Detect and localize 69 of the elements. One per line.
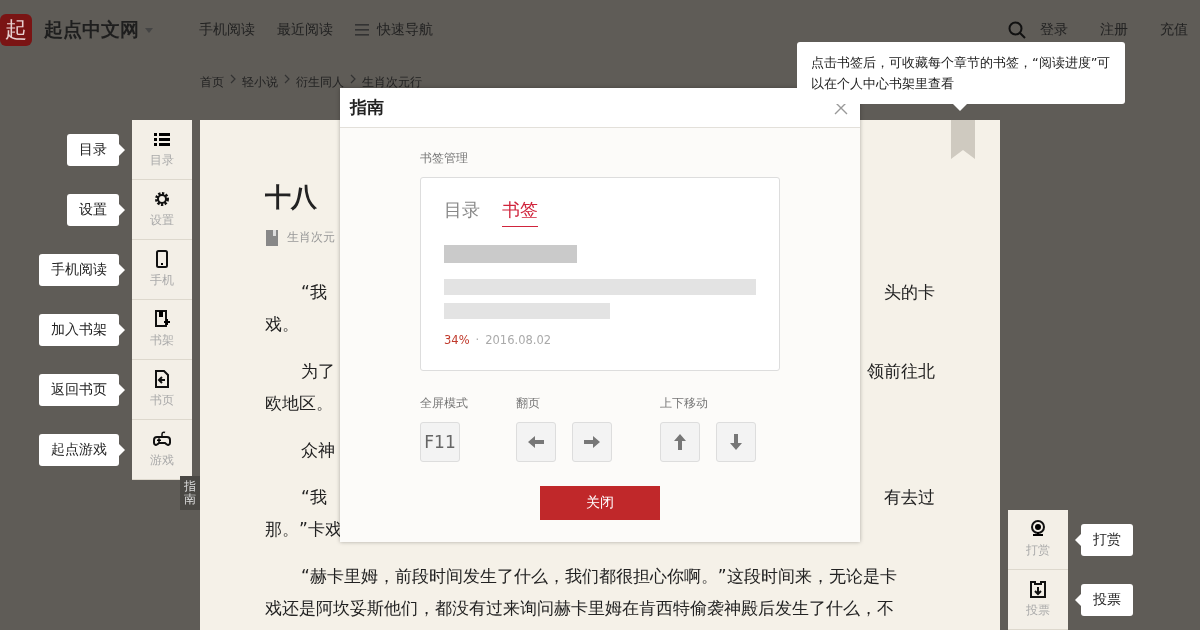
- callout-pointer: [119, 144, 125, 156]
- toolbar-label: 目录: [150, 152, 174, 169]
- right-arrow-icon: [583, 433, 601, 451]
- toolbar-label: 游戏: [150, 452, 174, 469]
- tooltip-pointer: [953, 104, 967, 111]
- text-line: 头的卡: [884, 281, 935, 304]
- text-line: 欧地区。: [265, 392, 333, 415]
- key-button[interactable]: [516, 422, 556, 462]
- book-name: 生肖次元: [287, 229, 335, 246]
- chapter-title: 十八: [265, 181, 317, 214]
- callout-pointer: [1075, 594, 1081, 606]
- coin-icon: [1029, 520, 1047, 538]
- toolbar-label: 打赏: [1026, 542, 1050, 559]
- section-label: 书签管理: [420, 150, 469, 167]
- callout-pointer: [119, 384, 125, 396]
- callout-pointer: [119, 444, 125, 456]
- down-arrow-icon: [727, 433, 745, 451]
- site-name: 起点中文网: [44, 17, 139, 42]
- close-button[interactable]: 关闭: [540, 486, 660, 520]
- key-button[interactable]: [660, 422, 700, 462]
- toolbar-label: 书架: [150, 332, 174, 349]
- key-button[interactable]: [716, 422, 756, 462]
- menu-icon: [355, 24, 369, 36]
- left-arrow-icon: [527, 433, 545, 451]
- toolbar-label: 书页: [150, 392, 174, 409]
- callout-pointer: [119, 324, 125, 336]
- text-line: 为了: [300, 360, 335, 383]
- chevron-icon: [350, 74, 356, 84]
- text-line: 戏。: [265, 313, 299, 336]
- separator-dot: ·: [475, 333, 480, 347]
- bookmark-icon: [951, 120, 975, 159]
- shortcut-label: 上下移动: [660, 395, 709, 412]
- guide-tab[interactable]: 指南: [180, 476, 200, 510]
- key-button[interactable]: [572, 422, 612, 462]
- shortcut-label: 翻页: [516, 395, 541, 412]
- caret-icon: [145, 27, 153, 33]
- book-icon: [265, 229, 279, 246]
- up-arrow-icon: [671, 433, 689, 451]
- gamepad-icon: [153, 430, 171, 448]
- dialog-title: 指南: [350, 96, 384, 119]
- text-line: “我: [300, 281, 327, 304]
- toolbar-label: 投票: [1026, 602, 1050, 619]
- callout-pointer: [119, 264, 125, 276]
- tab[interactable]: 目录: [444, 198, 480, 227]
- toolbar-label: 手机: [150, 272, 174, 289]
- site-logo[interactable]: 起: [0, 14, 32, 46]
- gear-icon: [153, 190, 171, 208]
- callout-pointer: [119, 204, 125, 216]
- book-plus-icon: [153, 310, 171, 328]
- bookmark-date: 2016.08.02: [485, 333, 552, 347]
- text-line: 有去过: [884, 486, 935, 509]
- list-icon: [153, 130, 171, 148]
- callout-pointer: [1075, 534, 1081, 546]
- text-line: 众神: [300, 439, 335, 462]
- chevron-icon: [230, 74, 236, 84]
- page-return-icon: [153, 370, 171, 388]
- text-line: “赫卡里姆，前段时间发生了什么，我们都很担心你啊。”这段时间来，无论是卡: [300, 565, 897, 588]
- phone-icon: [153, 250, 171, 268]
- chevron-icon: [284, 74, 290, 84]
- search-icon: [1008, 21, 1026, 39]
- progress-percent: 34%: [444, 333, 470, 347]
- tab[interactable]: 书签: [502, 198, 538, 227]
- text-line: “我: [300, 486, 327, 509]
- toolbar-label: 设置: [150, 212, 174, 229]
- text-line: 领前往北: [867, 360, 935, 383]
- shortcut-label: 全屏模式: [420, 395, 468, 412]
- text-line: 戏还是阿坎妥斯他们，都没有过来询问赫卡里姆在肯西特偷袭神殿后发生了什么，不: [265, 597, 894, 620]
- key-button[interactable]: F11: [420, 422, 460, 462]
- ticket-icon: [1029, 580, 1047, 598]
